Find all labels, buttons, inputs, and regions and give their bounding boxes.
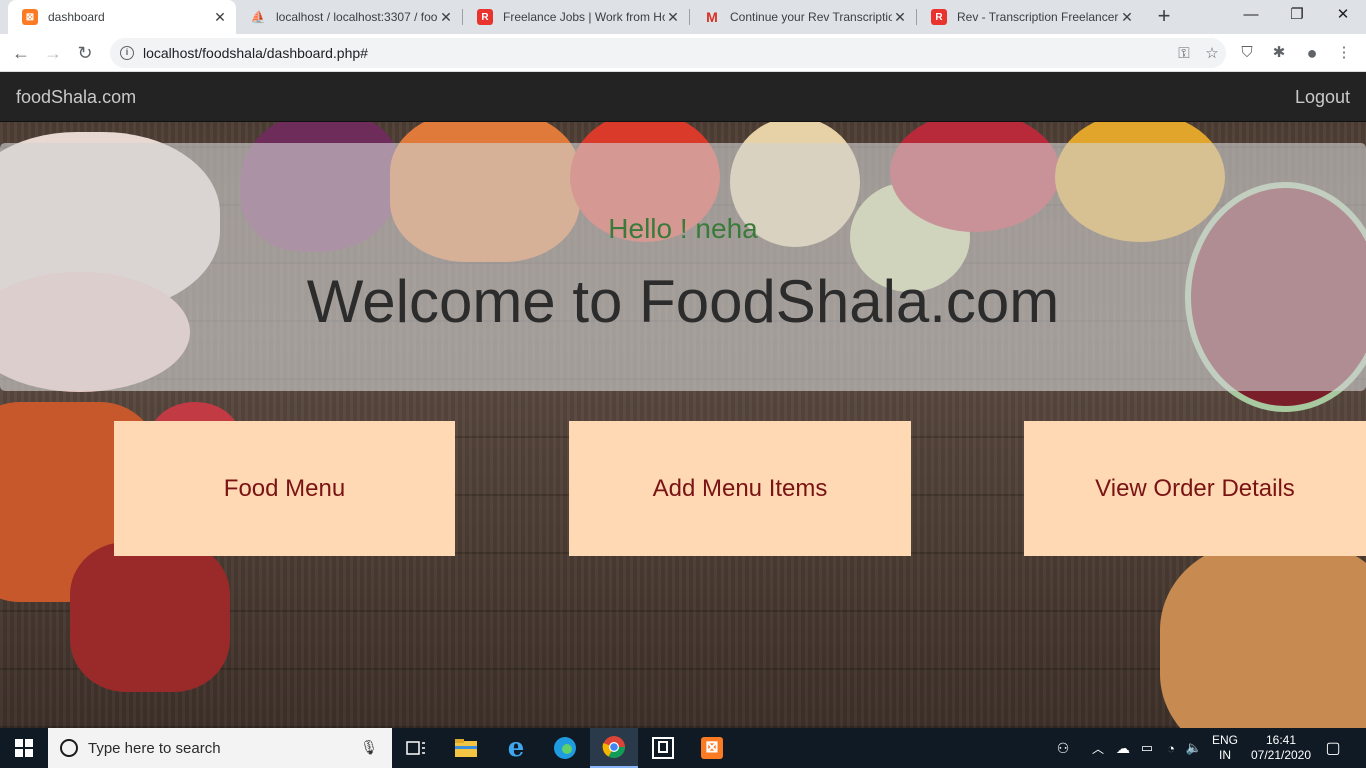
clock-date: 07/21/2020 <box>1250 748 1312 762</box>
close-icon[interactable]: ✕ <box>665 9 681 26</box>
close-icon[interactable]: ✕ <box>212 9 228 26</box>
language-text: ENG <box>1211 733 1238 747</box>
tab-title: localhost / localhost:3307 / foo <box>276 10 438 24</box>
wifi-icon[interactable]: ◔ <box>1160 728 1182 768</box>
region-text: IN <box>1219 748 1231 762</box>
tab-dashboard[interactable]: ⊠ dashboard ✕ <box>8 0 236 34</box>
clock-time: 16:41 <box>1265 733 1297 747</box>
chevron-up-icon[interactable]: ︿ <box>1088 728 1108 768</box>
people-icon[interactable]: ⚇ <box>1052 728 1074 768</box>
store-app-icon[interactable] <box>639 728 687 768</box>
close-icon[interactable]: ✕ <box>438 9 454 26</box>
restore-button[interactable]: ❐ <box>1274 0 1320 32</box>
greeting-text: Hello ! neha <box>608 213 758 244</box>
file-explorer-icon[interactable] <box>442 728 490 768</box>
forward-button[interactable]: → <box>40 40 66 66</box>
shield-extension-icon[interactable]: ⛉ <box>1236 42 1258 64</box>
browser-tab-strip: ⊠ dashboard ✕ ⛵ localhost / localhost:33… <box>0 0 1366 34</box>
clock[interactable]: 16:41 07/21/2020 <box>1248 728 1314 768</box>
menu-kebab-icon[interactable]: ⋮ <box>1333 42 1355 64</box>
url-text: localhost/foodshala/dashboard.php# <box>143 45 368 61</box>
minimize-button[interactable]: — <box>1228 0 1274 32</box>
tab-rev-transcription[interactable]: R Rev - Transcription Freelancer A ✕ <box>917 0 1143 34</box>
bread-decoration <box>1160 542 1366 728</box>
edge-icon[interactable] <box>541 728 589 768</box>
windows-taskbar: Type here to search 🎙 e ⊠ ⚇ ︿ ☁ ▭ ◔ 🔈 EN… <box>0 728 1366 768</box>
puzzle-extensions-icon[interactable]: ✱ <box>1268 42 1290 64</box>
internet-explorer-icon[interactable]: e <box>492 728 540 768</box>
address-bar[interactable]: i localhost/foodshala/dashboard.php# ⚿ ☆ <box>110 38 1226 68</box>
task-view-icon[interactable] <box>392 728 440 768</box>
xampp-icon[interactable]: ⊠ <box>688 728 736 768</box>
close-window-button[interactable]: ✕ <box>1320 0 1366 32</box>
taskbar-search-box[interactable]: Type here to search 🎙 <box>48 728 392 768</box>
tab-title: Freelance Jobs | Work from Ho <box>503 10 665 24</box>
food-menu-button[interactable]: Food Menu <box>114 421 455 556</box>
welcome-heading: Welcome to FoodShala.com <box>306 268 1060 335</box>
rev-icon: R <box>477 9 493 25</box>
tab-title: Rev - Transcription Freelancer A <box>957 10 1119 24</box>
xampp-icon: ⊠ <box>22 9 38 25</box>
tab-freelance-jobs[interactable]: R Freelance Jobs | Work from Ho ✕ <box>463 0 689 34</box>
onedrive-cloud-icon[interactable]: ☁ <box>1112 728 1134 768</box>
tab-phpmyadmin[interactable]: ⛵ localhost / localhost:3307 / foo ✕ <box>236 0 462 34</box>
battery-icon[interactable]: ▭ <box>1136 728 1158 768</box>
tab-gmail[interactable]: M Continue your Rev Transcriptio ✕ <box>690 0 916 34</box>
volume-icon[interactable]: 🔈 <box>1183 728 1205 768</box>
language-indicator[interactable]: ENG IN <box>1208 728 1242 768</box>
microphone-icon[interactable]: 🎙 <box>360 739 378 756</box>
info-icon[interactable]: i <box>120 46 134 60</box>
search-placeholder: Type here to search <box>88 739 221 757</box>
start-button[interactable] <box>0 728 48 768</box>
tab-title: dashboard <box>48 10 105 24</box>
profile-avatar-icon[interactable]: ● <box>1301 42 1323 64</box>
brand-link[interactable]: foodShala.com <box>16 87 136 108</box>
tab-title: Continue your Rev Transcriptio <box>730 10 892 24</box>
windows-logo-icon <box>15 739 33 757</box>
view-order-details-button[interactable]: View Order Details <box>1024 421 1366 556</box>
chrome-icon[interactable] <box>590 728 638 768</box>
close-icon[interactable]: ✕ <box>892 9 908 26</box>
close-icon[interactable]: ✕ <box>1119 9 1135 26</box>
reload-button[interactable]: ↻ <box>72 40 98 66</box>
app-navbar: foodShala.com Logout <box>0 72 1366 122</box>
welcome-jumbotron: Hello ! neha Welcome to FoodShala.com <box>0 143 1366 391</box>
new-tab-button[interactable]: + <box>1150 4 1178 30</box>
star-icon[interactable]: ☆ <box>1198 44 1226 62</box>
page-background: foodShala.com Logout Hello ! neha Welcom… <box>0 72 1366 728</box>
phpmyadmin-icon: ⛵ <box>250 10 266 24</box>
logout-link[interactable]: Logout <box>1295 87 1350 108</box>
browser-toolbar: ← → ↻ i localhost/foodshala/dashboard.ph… <box>0 34 1366 72</box>
key-icon[interactable]: ⚿ <box>1170 45 1198 62</box>
rev-icon: R <box>931 9 947 25</box>
add-menu-items-button[interactable]: Add Menu Items <box>569 421 911 556</box>
back-button[interactable]: ← <box>8 40 34 66</box>
gmail-icon: M <box>706 9 718 25</box>
beef-decoration <box>70 542 230 692</box>
notifications-icon[interactable]: ▢ <box>1318 728 1348 768</box>
cortana-icon <box>60 739 78 757</box>
